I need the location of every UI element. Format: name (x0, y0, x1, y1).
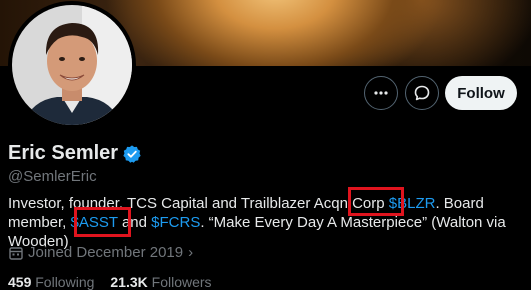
chevron-right-icon: › (188, 244, 194, 261)
follow-button[interactable]: Follow (445, 76, 517, 110)
joined-date[interactable]: Joined December 2019 › (8, 244, 193, 261)
cashtag-link-fcrs[interactable]: $FCRS (151, 214, 200, 231)
message-button[interactable] (405, 76, 439, 110)
user-handle: @SemlerEric (8, 168, 97, 185)
highlight-box-fcrs (74, 207, 131, 237)
avatar-photo (12, 5, 132, 125)
calendar-icon (9, 246, 23, 260)
verified-badge-icon[interactable] (122, 144, 142, 164)
joined-label: Joined December 2019 (28, 244, 184, 261)
more-horizontal-icon (374, 91, 388, 95)
bio-text: Investor, founder. TCS Capital and Trail… (8, 195, 389, 212)
display-name-row: Eric Semler (8, 142, 142, 165)
avatar[interactable] (8, 1, 136, 129)
more-options-button[interactable] (364, 76, 398, 110)
display-name: Eric Semler (8, 142, 119, 164)
highlight-box-blzr (348, 187, 404, 216)
message-icon (414, 85, 430, 101)
